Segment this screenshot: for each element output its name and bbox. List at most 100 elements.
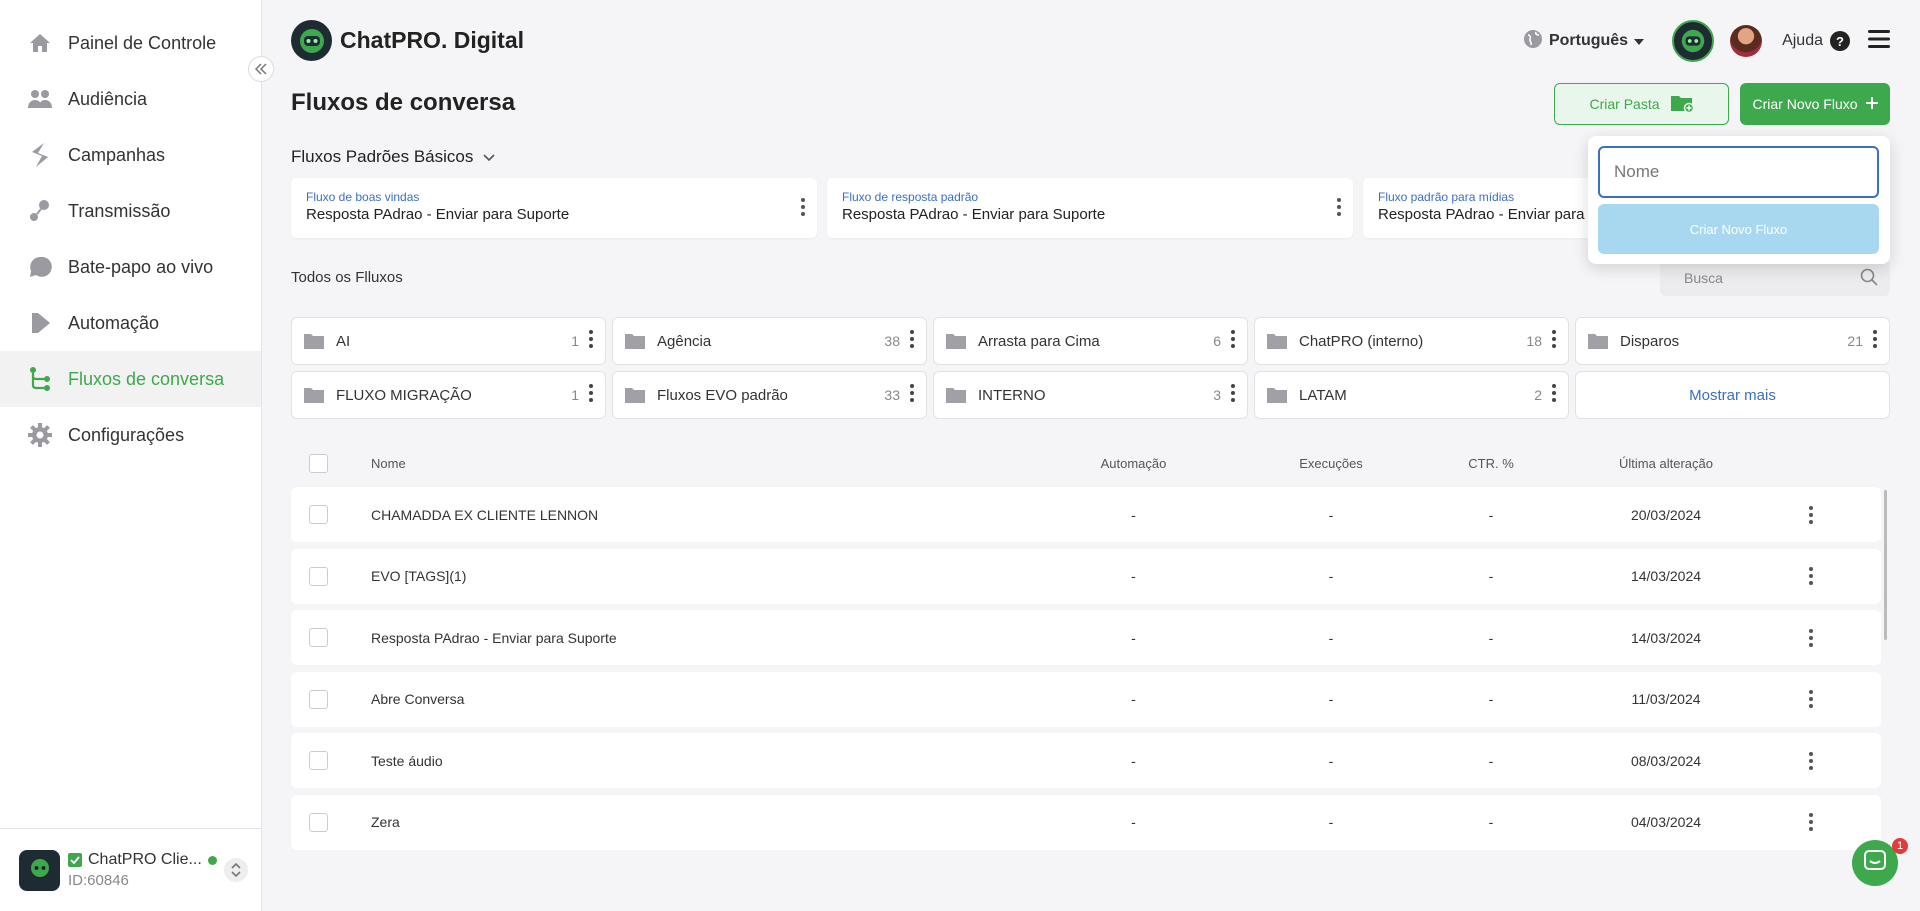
more-vert-icon[interactable]: [1776, 813, 1846, 831]
more-vert-icon[interactable]: [1776, 628, 1846, 647]
flows-table: CHAMADDA EX CLIENTE LENNON - - - 20/03/2…: [291, 487, 1881, 856]
more-vert-icon[interactable]: [1552, 384, 1556, 406]
brand-logo[interactable]: ChatPRO. Digital: [291, 20, 524, 61]
language-label: Português: [1548, 32, 1629, 49]
more-vert-icon[interactable]: [589, 330, 593, 352]
bot-avatar[interactable]: [1672, 20, 1715, 62]
column-header-ctr[interactable]: CTR. %: [1426, 456, 1556, 471]
more-vert-icon[interactable]: [1552, 330, 1556, 352]
row-checkbox[interactable]: [309, 628, 328, 647]
folder-item[interactable]: Disparos 21: [1575, 317, 1890, 365]
table-row[interactable]: Teste áudio - - - 08/03/2024: [291, 733, 1881, 788]
folder-grid: AI 1 Agência 38 Arrasta para Cima 6 Chat…: [291, 317, 1890, 419]
more-vert-icon[interactable]: [910, 384, 914, 406]
row-checkbox[interactable]: [309, 689, 328, 709]
select-all-checkbox[interactable]: [309, 453, 328, 473]
table-row[interactable]: Zera - - - 04/03/2024: [291, 794, 1881, 850]
create-flow-button[interactable]: Criar Novo Fluxo: [1740, 83, 1890, 125]
table-row[interactable]: CHAMADDA EX CLIENTE LENNON - - - 20/03/2…: [291, 487, 1881, 542]
folder-item[interactable]: Fluxos EVO padrão 33: [612, 371, 927, 419]
table-row[interactable]: Abre Conversa - - - 11/03/2024: [291, 671, 1881, 727]
more-vert-icon[interactable]: [1873, 330, 1877, 352]
language-selector[interactable]: Português: [1523, 29, 1645, 54]
folder-icon: [946, 387, 966, 403]
sidebar-item-transmissao[interactable]: Transmissão: [0, 183, 261, 239]
collapse-sidebar-button[interactable]: [248, 56, 274, 82]
home-icon: [27, 30, 53, 56]
sidebar-item-campanhas[interactable]: Campanhas: [0, 127, 261, 183]
create-folder-button[interactable]: Criar Pasta: [1554, 83, 1729, 125]
basic-flow-card-default-reply[interactable]: Fluxo de resposta padrão Resposta PAdrao…: [827, 178, 1353, 238]
flow-name[interactable]: Abre Conversa: [371, 691, 1031, 707]
column-header-last-change[interactable]: Última alteração: [1556, 456, 1776, 471]
help-link[interactable]: Ajuda ?: [1782, 31, 1850, 51]
more-vert-icon[interactable]: [1231, 330, 1235, 352]
sidebar-item-audiencia[interactable]: Audiência: [0, 71, 261, 127]
folder-item[interactable]: Arrasta para Cima 6: [933, 317, 1248, 365]
flow-executions: -: [1328, 629, 1334, 646]
account-switcher[interactable]: ChatPRO Clie... ID:60846: [0, 828, 262, 911]
row-checkbox[interactable]: [309, 751, 328, 770]
folder-item[interactable]: INTERNO 3: [933, 371, 1248, 419]
sidebar-item-fluxos[interactable]: Fluxos de conversa: [0, 351, 261, 407]
unfold-icon[interactable]: [224, 858, 248, 882]
create-new-flow-submit-button[interactable]: Criar Novo Fluxo: [1598, 204, 1879, 254]
table-row[interactable]: EVO [TAGS](1) - - - 14/03/2024: [291, 548, 1881, 604]
column-header-executions[interactable]: Execuções: [1236, 456, 1426, 471]
table-row[interactable]: Resposta PAdrao - Enviar para Suporte - …: [291, 610, 1881, 665]
flow-automation: -: [1131, 568, 1136, 584]
column-header-automation[interactable]: Automação: [1031, 456, 1236, 471]
basic-flows-toggle[interactable]: Fluxos Padrões Básicos: [291, 147, 495, 167]
create-folder-label: Criar Pasta: [1589, 96, 1660, 112]
folder-name: Agência: [657, 332, 712, 350]
more-vert-icon[interactable]: [1337, 198, 1341, 220]
flow-ctr: -: [1488, 752, 1494, 769]
basic-flow-card-welcome[interactable]: Fluxo de boas vindas Resposta PAdrao - E…: [291, 178, 817, 238]
folder-item[interactable]: LATAM 2: [1254, 371, 1569, 419]
sidebar-item-label: Configurações: [68, 424, 185, 445]
sidebar-item-bate-papo[interactable]: Bate-papo ao vivo: [0, 239, 261, 295]
flow-name[interactable]: Zera: [371, 814, 1031, 830]
more-vert-icon[interactable]: [1776, 567, 1846, 585]
flow-executions: -: [1328, 752, 1334, 769]
more-vert-icon[interactable]: [1776, 505, 1846, 524]
folder-name: FLUXO MIGRAÇÃO: [336, 386, 472, 404]
flow-name[interactable]: Resposta PAdrao - Enviar para Suporte: [371, 630, 1031, 646]
globe-icon: [1523, 29, 1543, 54]
more-vert-icon[interactable]: [1776, 690, 1846, 708]
show-more-folders-button[interactable]: Mostrar mais: [1575, 371, 1890, 419]
user-avatar[interactable]: [1730, 25, 1763, 57]
search-input[interactable]: Busca: [1660, 260, 1890, 296]
folder-item[interactable]: FLUXO MIGRAÇÃO 1: [291, 371, 606, 419]
more-vert-icon[interactable]: [589, 384, 593, 406]
sidebar-item-label: Bate-papo ao vivo: [68, 256, 214, 277]
folder-item[interactable]: AI 1: [291, 317, 606, 365]
flow-automation: -: [1131, 691, 1136, 707]
sidebar-item-automacao[interactable]: Automação: [0, 295, 261, 351]
sidebar-item-painel[interactable]: Painel de Controle: [0, 15, 261, 71]
column-header-name[interactable]: Nome: [371, 456, 1031, 471]
sidebar-item-configuracoes[interactable]: Configurações: [0, 407, 261, 463]
folder-icon: [946, 333, 966, 349]
row-checkbox[interactable]: [309, 812, 328, 832]
flow-name-input[interactable]: [1598, 146, 1879, 198]
table-scrollbar[interactable]: [1884, 490, 1887, 640]
folder-item[interactable]: ChatPRO (interno) 18: [1254, 317, 1569, 365]
flow-name[interactable]: CHAMADDA EX CLIENTE LENNON: [371, 507, 1031, 523]
more-vert-icon[interactable]: [910, 330, 914, 352]
flow-executions: -: [1328, 814, 1334, 830]
all-flows-title: Todos os Flluxos: [291, 269, 403, 286]
flow-last-change: 14/03/2024: [1630, 568, 1702, 584]
flow-name[interactable]: Teste áudio: [371, 753, 1031, 769]
flow-name[interactable]: EVO [TAGS](1): [371, 568, 1031, 584]
hamburger-menu-icon[interactable]: [1868, 30, 1890, 52]
more-vert-icon[interactable]: [1231, 384, 1235, 406]
broadcast-icon: [27, 198, 53, 224]
row-checkbox[interactable]: [309, 505, 328, 524]
more-vert-icon[interactable]: [1776, 751, 1846, 770]
basic-flow-caption: Fluxo de resposta padrão: [842, 190, 979, 204]
sidebar-item-label: Audiência: [68, 88, 148, 109]
more-vert-icon[interactable]: [801, 198, 805, 220]
row-checkbox[interactable]: [309, 566, 328, 586]
folder-item[interactable]: Agência 38: [612, 317, 927, 365]
